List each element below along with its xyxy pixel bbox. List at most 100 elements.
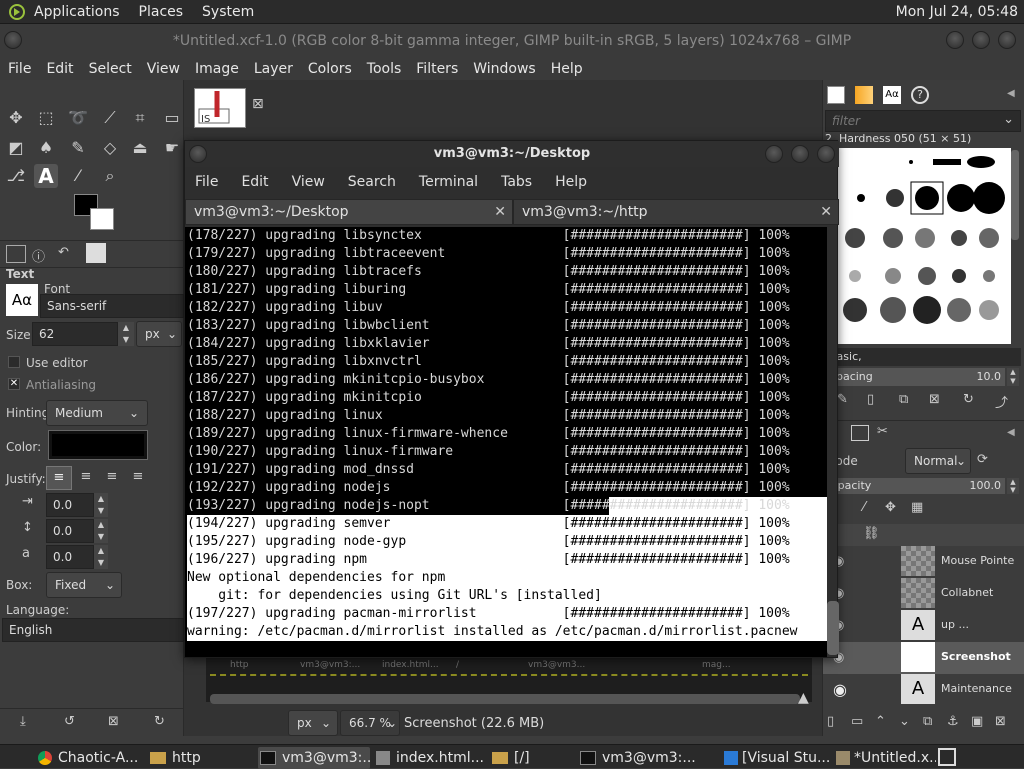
brushes-tab-icon[interactable] — [827, 86, 845, 104]
close-tab-icon[interactable]: ✕ — [494, 200, 506, 224]
brush-scrollbar[interactable] — [1011, 150, 1019, 240]
system-menu[interactable]: System — [202, 4, 254, 20]
fuzzy-select-tool-icon[interactable]: ⟋ — [98, 106, 122, 130]
box-select[interactable]: Fixed ⌄ — [46, 572, 122, 598]
navigate-icon[interactable]: ▲ — [798, 690, 809, 706]
tool-options-tab-icon[interactable] — [6, 245, 26, 263]
paths-tab-icon[interactable]: ✂ — [877, 424, 888, 439]
terminal-menu-help[interactable]: Help — [555, 174, 587, 190]
terminal-menu-tabs[interactable]: Tabs — [501, 174, 532, 190]
terminal-output[interactable]: (178/227) upgrading libsynctex [########… — [185, 227, 827, 657]
smudge-tool-icon[interactable]: ☛ — [160, 136, 184, 160]
terminal-tab-http[interactable]: vm3@vm3:~/http ✕ — [513, 199, 839, 225]
gimp-menu-view[interactable]: View — [147, 61, 180, 77]
line-spacing-input[interactable]: 0.0 — [46, 519, 94, 543]
gimp-menu-edit[interactable]: Edit — [46, 61, 73, 77]
terminal-maximize-icon[interactable] — [791, 145, 809, 163]
opacity-stepper[interactable]: ▲ ▼ — [1007, 478, 1019, 494]
maximize-icon[interactable] — [972, 31, 990, 49]
spacing-stepper[interactable]: ▲ ▼ — [1007, 368, 1019, 386]
gimp-menu-help[interactable]: Help — [551, 61, 583, 77]
text-tool-icon[interactable]: A — [34, 164, 58, 188]
color-picker-tool-icon[interactable]: ⁄ — [66, 164, 90, 188]
brush-grid[interactable] — [825, 148, 1011, 344]
taskbar-item-terminal-2[interactable]: vm3@vm3:... — [580, 747, 724, 769]
taskbar-item-vscode[interactable]: [Visual Stu... — [724, 747, 836, 769]
terminal-menu-terminal[interactable]: Terminal — [419, 174, 478, 190]
paintbrush-tool-icon[interactable]: ♠ — [34, 136, 58, 160]
show-desktop-icon[interactable] — [938, 748, 956, 766]
new-layer-icon[interactable]: ▯ — [827, 714, 834, 729]
layer-mask-icon[interactable]: ▣ — [971, 714, 983, 729]
help-tab-icon[interactable]: ? — [911, 86, 929, 104]
applications-menu[interactable]: Applications — [34, 4, 120, 20]
window-menu-icon[interactable] — [4, 31, 22, 49]
size-input[interactable]: 62 — [32, 322, 118, 346]
layer-row[interactable]: ◉ A up ... — [823, 610, 1024, 642]
zoom-tool-icon[interactable]: ⌕ — [98, 164, 122, 188]
new-layer-group-icon[interactable]: ▭ — [851, 714, 863, 729]
zoom-select[interactable]: 66.7 % ⌄ — [340, 710, 400, 736]
dock-menu-icon[interactable]: ◀ — [1007, 88, 1015, 99]
path-tool-icon[interactable]: ⎇ — [4, 164, 28, 188]
size-unit-select[interactable]: px ⌄ — [136, 321, 182, 347]
gimp-menu-filters[interactable]: Filters — [416, 61, 458, 77]
images-tab-icon[interactable] — [86, 243, 106, 263]
distro-logo-icon[interactable] — [8, 3, 26, 21]
background-color-swatch[interactable] — [90, 208, 114, 230]
antialiasing-checkbox[interactable]: ✕ — [8, 378, 20, 390]
indent-stepper[interactable]: ▲ ▼ — [94, 493, 108, 517]
brush-tag-input[interactable]: Basic, — [825, 348, 1021, 366]
taskbar-item-root[interactable]: [/] — [492, 747, 556, 769]
places-menu[interactable]: Places — [139, 4, 184, 20]
indent-input[interactable]: 0.0 — [46, 493, 94, 517]
size-stepper[interactable]: ▲ ▼ — [118, 322, 134, 346]
terminal-scrollbar[interactable] — [827, 601, 839, 655]
lock-position-icon[interactable]: ✥ — [885, 500, 896, 515]
bucket-fill-tool-icon[interactable]: ◩ — [4, 136, 28, 160]
minimize-icon[interactable] — [946, 31, 964, 49]
layer-row[interactable]: ◉ Collabnet — [823, 578, 1024, 610]
taskbar-item-chaotic[interactable]: Chaotic-A... — [38, 747, 138, 769]
rect-select-tool-icon[interactable]: ⬚ — [34, 106, 58, 130]
lock-paint-icon[interactable]: ⁄ — [863, 500, 865, 515]
close-icon[interactable] — [998, 31, 1016, 49]
unified-transform-tool-icon[interactable]: ▭ — [160, 106, 184, 130]
raise-layer-icon[interactable]: ⌃ — [875, 714, 886, 729]
delete-brush-icon[interactable]: ⊠ — [929, 392, 940, 407]
gimp-menu-image[interactable]: Image — [195, 61, 239, 77]
terminal-menu-file[interactable]: File — [195, 174, 218, 190]
terminal-tab-desktop[interactable]: vm3@vm3:~/Desktop ✕ — [185, 199, 513, 225]
brush-spacing-slider[interactable]: Spacing 10.0 — [825, 368, 1005, 386]
justify-fill-button[interactable]: ≡ — [126, 466, 150, 490]
duplicate-brush-icon[interactable]: ⧉ — [899, 392, 908, 407]
taskbar-item-terminal-active[interactable]: vm3@vm3:... — [258, 747, 370, 769]
font-input[interactable]: Sans-serif — [40, 294, 184, 318]
status-unit-select[interactable]: px ⌄ — [288, 710, 338, 736]
justify-center-button[interactable]: ≡ — [100, 466, 124, 490]
delete-layer-icon[interactable]: ⊠ — [995, 714, 1006, 729]
justify-right-button[interactable]: ≡ — [74, 466, 98, 490]
gimp-menu-layer[interactable]: Layer — [254, 61, 293, 77]
use-editor-checkbox[interactable] — [8, 356, 20, 368]
taskbar-item-index[interactable]: index.html... — [376, 747, 488, 769]
anchor-layer-icon[interactable]: ⚓ — [947, 714, 959, 729]
language-input[interactable]: English — [2, 618, 184, 642]
reset-tool-options-icon[interactable]: ↻ — [154, 714, 165, 729]
layer-row-selected[interactable]: ◉ Screenshot — [823, 642, 1024, 674]
gimp-menu-windows[interactable]: Windows — [473, 61, 536, 77]
letter-spacing-stepper[interactable]: ▲ ▼ — [94, 545, 108, 569]
visibility-eye-icon[interactable]: ◉ — [833, 680, 847, 699]
move-tool-icon[interactable]: ✥ — [4, 106, 28, 130]
delete-tool-preset-icon[interactable]: ⊠ — [108, 714, 119, 729]
close-tab-icon[interactable]: ✕ — [820, 200, 832, 224]
lower-layer-icon[interactable]: ⌄ — [899, 714, 910, 729]
font-preview-icon[interactable]: Aα — [6, 284, 38, 316]
terminal-window-menu-icon[interactable] — [189, 145, 207, 163]
eraser-tool-icon[interactable]: ◇ — [98, 136, 122, 160]
clone-tool-icon[interactable]: ⏏ — [128, 136, 152, 160]
dock-menu-icon[interactable]: ◀ — [1007, 427, 1015, 438]
layer-mode-select[interactable]: Normal ⌄ — [905, 448, 971, 474]
fonts-tab-icon[interactable]: Aα — [883, 86, 901, 104]
brush-filter-input[interactable]: filter ⌄ — [825, 110, 1021, 132]
